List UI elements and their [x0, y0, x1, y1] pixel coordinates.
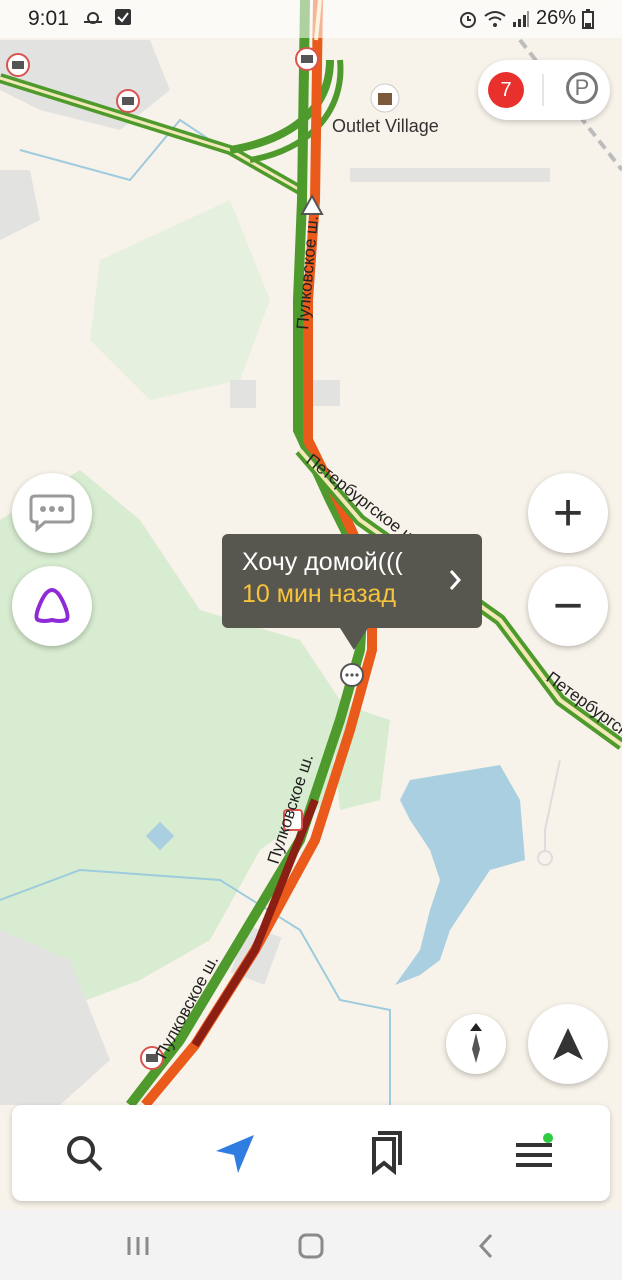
status-bar: 9:01 26%: [0, 0, 622, 38]
zoom-out-button[interactable]: −: [528, 566, 608, 646]
speed-camera-icon[interactable]: [295, 47, 319, 71]
alarm-icon: [459, 11, 476, 28]
parking-icon[interactable]: P: [566, 72, 598, 104]
user-comment-bubble[interactable]: Хочу домой((( 10 мин назад: [222, 534, 482, 650]
alice-assistant-button[interactable]: [12, 566, 92, 646]
building: [230, 380, 256, 408]
compass-button[interactable]: [446, 1014, 506, 1074]
zoom-out-label: −: [552, 577, 584, 635]
shopping-bag-icon[interactable]: [370, 83, 400, 113]
tab-bookmarks[interactable]: [334, 1105, 434, 1201]
location-arrow-icon: [553, 1028, 583, 1060]
home-button[interactable]: [281, 1226, 341, 1266]
recent-apps-icon: [127, 1237, 149, 1255]
battery-percent: 26%: [535, 7, 576, 29]
battery-icon: [582, 8, 594, 29]
zoom-in-label: +: [552, 484, 584, 542]
wifi-icon: [484, 10, 506, 27]
tab-search[interactable]: [34, 1105, 134, 1201]
comment-text: Хочу домой(((: [242, 548, 403, 576]
bottom-tab-bar: [12, 1105, 610, 1201]
menu-icon: [516, 1133, 553, 1167]
home-icon: [298, 1233, 324, 1259]
tab-menu[interactable]: [484, 1105, 584, 1201]
chat-bubble-icon: [29, 494, 75, 532]
building-2: [310, 380, 340, 406]
alice-icon: [34, 587, 70, 623]
building-3: [350, 168, 550, 182]
system-navigation-bar: [0, 1210, 622, 1280]
zoom-in-button[interactable]: +: [528, 473, 608, 553]
poi-label-outlet-village[interactable]: Outlet Village: [332, 116, 439, 137]
back-icon: [478, 1233, 493, 1259]
speed-camera-icon[interactable]: [6, 53, 30, 77]
comment-marker-icon[interactable]: [340, 663, 364, 687]
comment-time: 10 мин назад: [242, 580, 397, 608]
tab-navigation[interactable]: [184, 1105, 284, 1201]
signal-icon: [512, 10, 529, 27]
recent-apps-button[interactable]: [108, 1226, 168, 1266]
navigation-arrow-icon: [216, 1135, 254, 1173]
compass-icon: [470, 1023, 482, 1063]
notification-dot: [543, 1133, 553, 1143]
search-icon: [67, 1136, 103, 1172]
pill-divider: [542, 74, 544, 106]
chevron-right-icon: [449, 570, 462, 590]
back-button[interactable]: [456, 1226, 516, 1266]
map-layers-pill: 7 P: [478, 60, 610, 120]
status-right: 26%: [458, 7, 594, 30]
bookmarks-icon: [372, 1131, 402, 1175]
checkbox-icon: [115, 9, 131, 25]
my-location-button[interactable]: [528, 1004, 608, 1084]
status-time: 9:01: [28, 7, 69, 30]
speed-camera-icon[interactable]: [116, 89, 140, 113]
traffic-level-button[interactable]: 7: [488, 72, 524, 108]
road-events-button[interactable]: [12, 473, 92, 553]
weather-icon: [84, 12, 102, 24]
status-left-icons: [82, 8, 132, 26]
